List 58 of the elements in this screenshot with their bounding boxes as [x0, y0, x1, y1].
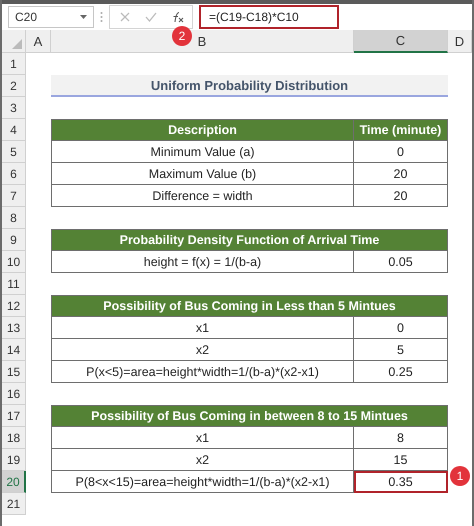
table-cell: Minimum Value (a): [51, 141, 354, 163]
row-header[interactable]: 2: [2, 75, 26, 97]
table-cell: 5: [354, 339, 448, 361]
row-header[interactable]: 5: [2, 141, 26, 163]
table-cell: 0: [354, 141, 448, 163]
table-cell: 0: [354, 317, 448, 339]
row-header[interactable]: 8: [2, 207, 26, 229]
table-cell: 0.05: [354, 251, 448, 273]
column-header[interactable]: A: [26, 30, 51, 53]
row-header[interactable]: 6: [2, 163, 26, 185]
name-box[interactable]: C20: [8, 6, 94, 28]
column-header[interactable]: D: [448, 30, 472, 53]
column-header[interactable]: C: [354, 30, 448, 53]
dropdown-icon[interactable]: [80, 15, 87, 19]
section-header: Possibility of Bus Coming in between 8 to 15 Mintues: [51, 405, 448, 427]
row-header[interactable]: 18: [2, 427, 26, 449]
table-cell: P(x<5)=area=height*width=1/(b-a)*(x2-x1): [51, 361, 354, 383]
column-header-cell: Time (minute): [354, 119, 448, 141]
column-header-cell: Description: [51, 119, 354, 141]
row-header[interactable]: 12: [2, 295, 26, 317]
row-header[interactable]: 17: [2, 405, 26, 427]
step-marker: 1: [450, 466, 470, 486]
section-header: Possibility of Bus Coming in Less than 5 Mintues: [51, 295, 448, 317]
table-cell: x2: [51, 339, 354, 361]
table-cell: 8: [354, 427, 448, 449]
table-cell: 15: [354, 449, 448, 471]
table-cell: 20: [354, 163, 448, 185]
formula-field[interactable]: =(C19-C18)*C10: [199, 5, 339, 29]
row-header[interactable]: 3: [2, 97, 26, 119]
row-header[interactable]: 15: [2, 361, 26, 383]
row-header[interactable]: 4: [2, 119, 26, 141]
table-cell: Difference = width: [51, 185, 354, 207]
row-header[interactable]: 14: [2, 339, 26, 361]
table-cell: Maximum Value (b): [51, 163, 354, 185]
active-cell[interactable]: 0.35: [354, 471, 448, 493]
row-header[interactable]: 7: [2, 185, 26, 207]
check-icon[interactable]: [145, 12, 157, 22]
row-header[interactable]: 10: [2, 251, 26, 273]
cancel-icon[interactable]: [120, 12, 130, 22]
row-header[interactable]: 9: [2, 229, 26, 251]
table-cell: 0.25: [354, 361, 448, 383]
row-header[interactable]: 20: [2, 471, 26, 493]
sheet-title: Uniform Probability Distribution: [51, 75, 448, 97]
row-header[interactable]: 19: [2, 449, 26, 471]
table-cell: x2: [51, 449, 354, 471]
table-cell: x1: [51, 427, 354, 449]
table-cell: height = f(x) = 1/(b-a): [51, 251, 354, 273]
section-header: Probability Density Function of Arrival Time: [51, 229, 448, 251]
table-cell: 20: [354, 185, 448, 207]
select-all-icon[interactable]: [12, 39, 22, 49]
table-cell: P(8<x<15)=area=height*width=1/(b-a)*(x2-x1): [51, 471, 354, 493]
row-header[interactable]: 21: [2, 493, 26, 515]
grip-icon: [100, 11, 103, 23]
row-header[interactable]: 11: [2, 273, 26, 295]
table-cell: x1: [51, 317, 354, 339]
row-header[interactable]: 1: [2, 53, 26, 75]
row-header[interactable]: 13: [2, 317, 26, 339]
row-header[interactable]: 16: [2, 383, 26, 405]
